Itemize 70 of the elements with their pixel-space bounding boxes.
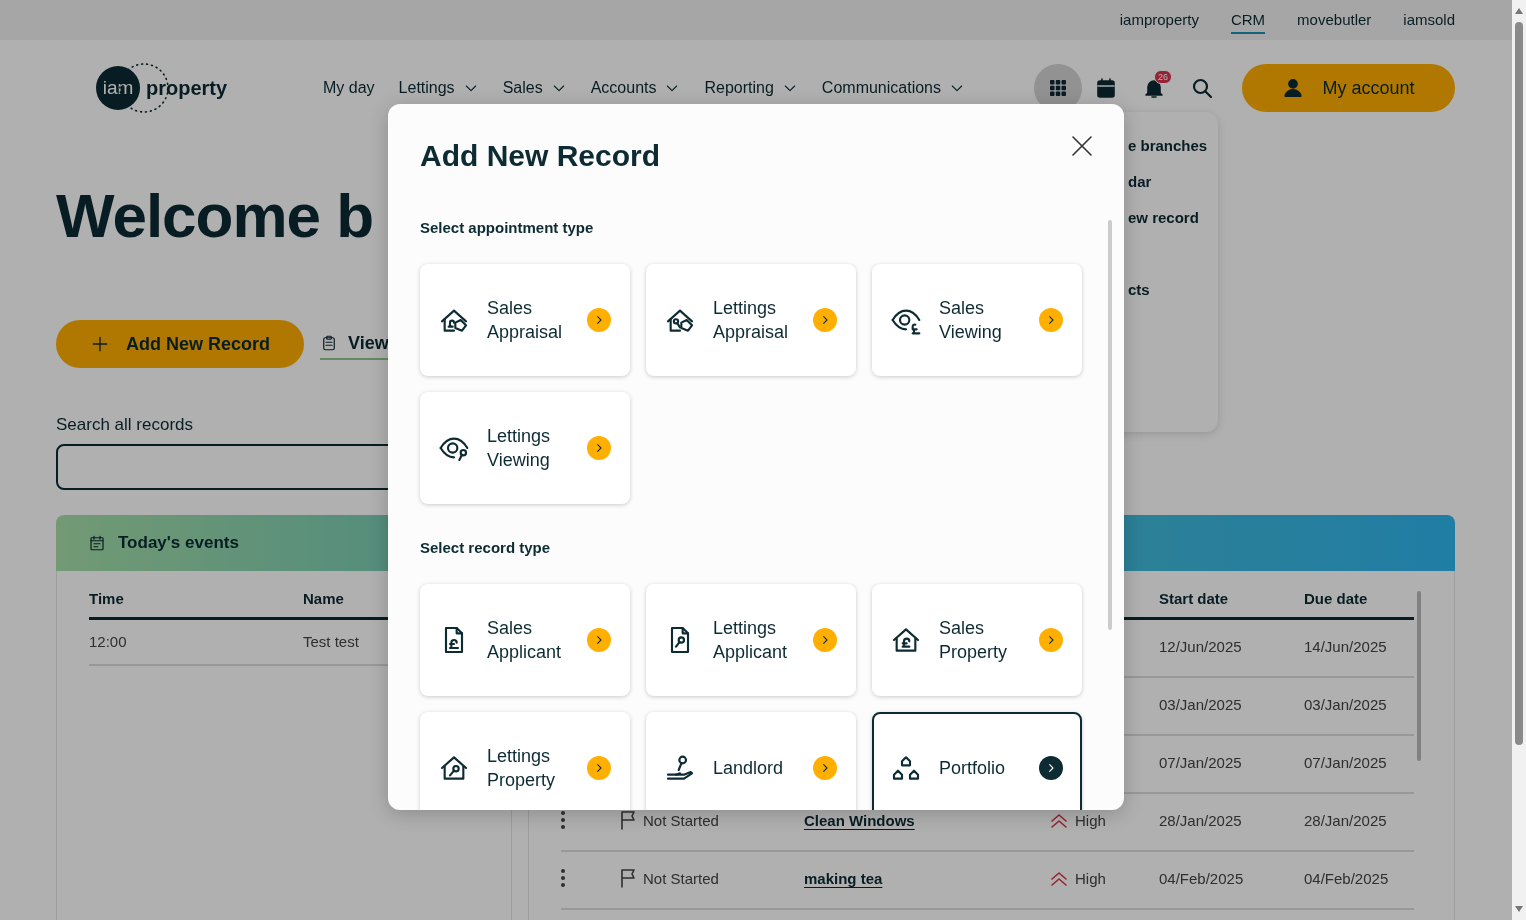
nav-item[interactable]: Lettings (398, 79, 479, 97)
record-type-card[interactable]: Sales Viewing (872, 264, 1082, 376)
table-cell: 28/Jan/2025 (1304, 794, 1414, 852)
top-link[interactable]: iamproperty (1119, 6, 1199, 34)
task-link[interactable]: Clean Windows (804, 811, 915, 831)
task-priority: High (1075, 869, 1106, 889)
table-cell: 28/Jan/2025 (1159, 794, 1304, 852)
nav-item[interactable]: Sales (502, 79, 567, 97)
plus-icon (90, 334, 110, 354)
calendar-icon (1094, 76, 1118, 100)
record-type-card[interactable]: Landlord (646, 712, 856, 810)
welcome-heading: Welcome b (56, 184, 374, 248)
scrollbar-thumb[interactable] (1417, 591, 1421, 761)
scrollbar-thumb[interactable] (1108, 220, 1112, 630)
field-label: Search all records (56, 416, 193, 434)
record-type-card[interactable]: Sales Appraisal (420, 264, 630, 376)
table-cell: 03/Jan/2025 (1304, 678, 1414, 736)
nav-item[interactable]: Communications (821, 79, 965, 97)
top-link[interactable]: CRM (1230, 6, 1266, 34)
notifications-button[interactable]: 26 (1130, 64, 1178, 112)
nav-item[interactable]: Accounts (590, 79, 681, 97)
close-icon (1070, 134, 1094, 158)
clipboard-icon (320, 334, 338, 352)
column-header: Start date (1159, 571, 1304, 620)
task-status: Not Started (643, 811, 719, 831)
close-button[interactable] (1070, 134, 1094, 158)
section-heading: Select record type (420, 538, 551, 558)
priority-icon (1051, 872, 1067, 886)
task-status: Not Started (643, 869, 719, 889)
logo[interactable]: iam property (96, 66, 228, 110)
table-cell: 12:00 (89, 620, 303, 666)
table-cell: 07/Jan/2025 (1159, 736, 1304, 794)
column-header: Due date (1304, 571, 1414, 620)
record-type-card[interactable]: Sales Applicant (420, 584, 630, 696)
menu-item[interactable]: ew record (1128, 200, 1199, 236)
section-heading: Select appointment type (420, 218, 594, 238)
priority-icon (1051, 814, 1067, 828)
table-cell: 12/Jun/2025 (1159, 620, 1304, 678)
table-cell: 04/Feb/2025 (1304, 852, 1414, 910)
table-cell: 03/Jan/2025 (1159, 678, 1304, 736)
more-icon (561, 811, 565, 829)
panel-title: Today's events (118, 533, 239, 553)
task-priority: High (1075, 811, 1106, 831)
top-link[interactable]: movebutler (1297, 6, 1372, 34)
nav-item[interactable]: Reporting (704, 79, 798, 97)
flag-icon (621, 811, 635, 830)
flag-icon (621, 869, 635, 888)
add-record-button[interactable]: Add New Record (56, 320, 304, 368)
record-type-card[interactable]: Lettings Viewing (420, 392, 630, 504)
dialog-title: Add New Record (420, 138, 661, 174)
nav-item[interactable]: My day (323, 79, 375, 97)
record-type-card[interactable]: Lettings Appraisal (646, 264, 856, 376)
column-header: Time (89, 571, 303, 620)
record-type-card[interactable]: Sales Property (872, 584, 1082, 696)
table-cell: 07/Jan/2025 (1304, 736, 1414, 794)
my-account-button[interactable]: My account (1242, 64, 1455, 112)
more-icon (561, 869, 565, 887)
record-type-card[interactable]: Portfolio (872, 712, 1082, 810)
record-type-card[interactable]: Lettings Property (420, 712, 630, 810)
record-type-card[interactable]: Lettings Applicant (646, 584, 856, 696)
calendar-icon (88, 534, 106, 552)
table-cell: 14/Jun/2025 (1304, 620, 1414, 678)
menu-item[interactable]: e branches (1128, 128, 1208, 164)
table-cell: 04/Feb/2025 (1159, 852, 1304, 910)
menu-item[interactable]: dar (1128, 164, 1152, 200)
search-icon (1190, 76, 1214, 100)
top-link[interactable]: iamsold (1403, 6, 1455, 34)
count-badge: 26 (1154, 70, 1172, 84)
task-link[interactable]: making tea (804, 869, 883, 889)
menu-item[interactable]: cts (1128, 272, 1150, 308)
